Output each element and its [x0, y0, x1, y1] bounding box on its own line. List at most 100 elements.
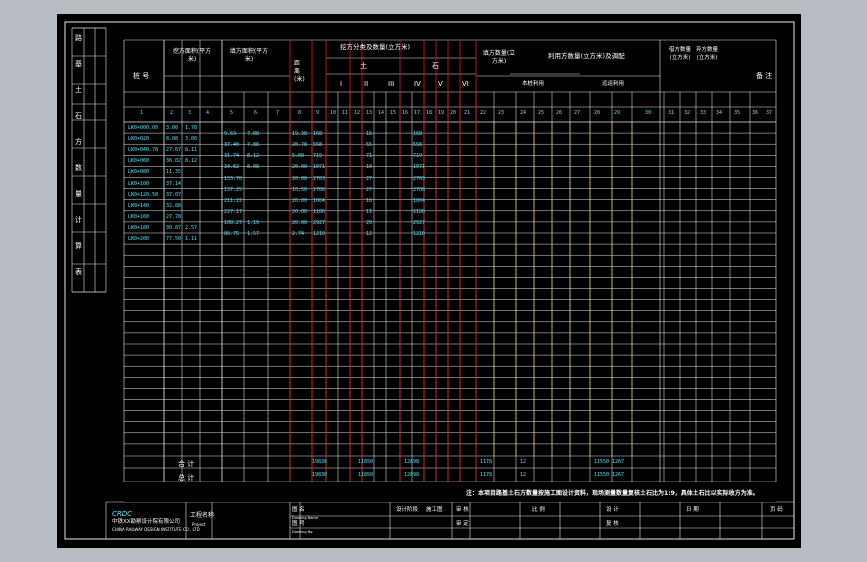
column-number: 28	[594, 110, 601, 116]
row-station: LK0+140	[128, 202, 150, 209]
tb-page: 页 码	[770, 507, 783, 513]
row-fill-rock: 7.88	[247, 131, 260, 138]
row-cut-soil: 37.14	[166, 180, 182, 187]
header-station: 桩 号	[133, 72, 150, 80]
total-volume: 19838	[312, 459, 328, 465]
header-waste: 弃方数量(立方米)	[695, 47, 718, 61]
row-soil-volume: 11	[366, 208, 373, 215]
side-label: 计	[75, 216, 82, 224]
column-number: 6	[254, 110, 258, 116]
row-station: LK0+060	[128, 158, 150, 165]
totals-label: 合 计	[178, 460, 195, 468]
column-number: 33	[700, 110, 707, 116]
row-rock-volume: 2708	[413, 186, 426, 193]
column-number: 25	[538, 110, 545, 116]
row-soil-volume: 12	[366, 231, 373, 237]
side-label: 石	[75, 112, 82, 120]
footnote: 注：本项目路基土石方数量按施工图设计资料，现场测量数量复核土石比为1:9，具体土…	[466, 490, 759, 497]
column-number: 5	[230, 110, 234, 116]
row-fill-rock: 7.88	[247, 142, 260, 149]
row-volume: 1004	[313, 197, 326, 204]
row-cut-soil: 37.07	[166, 191, 182, 198]
row-station: LK0+120.50	[128, 191, 159, 198]
row-rock-volume: 2927	[413, 219, 426, 226]
row-soil-volume: 27	[366, 186, 373, 193]
row-station: LK0+160	[128, 213, 150, 220]
row-fill-soil: 133.70	[224, 175, 243, 182]
row-fill-soil: 108.27	[224, 219, 243, 226]
header-rock: 石	[432, 62, 439, 70]
column-number: 36	[752, 110, 759, 116]
row-length: 2.74	[292, 231, 305, 237]
column-number: 35	[734, 110, 741, 116]
column-number: 34	[716, 110, 723, 116]
row-cut-rock: 1.11	[185, 236, 198, 242]
header-fill-area: 填方面积(平方米)	[229, 48, 269, 63]
column-number: 13	[366, 110, 373, 116]
tb-design: 设 计	[606, 507, 619, 513]
row-volume: 2708	[313, 186, 326, 193]
column-number: 19	[438, 110, 445, 116]
column-number: 9	[316, 110, 320, 116]
project-label-en: Project	[192, 522, 206, 527]
row-fill-soil: 34.82	[224, 164, 240, 171]
company-name-en: CHINA RAILWAY DESIGN INSTITUTE CO., LTD	[112, 527, 200, 532]
row-rock-volume: 558	[413, 142, 423, 149]
column-number: 4	[206, 110, 210, 116]
row-rock-volume: 168	[413, 131, 423, 138]
tb-drawing-no: 图 号	[292, 521, 305, 527]
company-name: 中铁XX勘察设计院有限公司	[112, 519, 181, 525]
header-borrow: 借方数量(立方米)	[668, 47, 691, 61]
side-label: 路	[75, 34, 82, 42]
total-reuse: 12	[520, 459, 527, 465]
row-cut-soil: 27.67	[166, 147, 182, 154]
tb-stage-value: 施工图	[426, 507, 443, 513]
row-soil-volume: 10	[366, 164, 373, 171]
side-label: 表	[75, 268, 82, 276]
column-number: 16	[402, 110, 409, 116]
row-fill-soil: 31.74	[224, 153, 240, 160]
row-cut-rock: 8.11	[185, 147, 198, 154]
header-length: 距 离 (米)	[294, 60, 305, 83]
row-fill-rock: 8.08	[247, 164, 260, 171]
row-length: 20.00	[292, 219, 308, 226]
column-number: 27	[574, 110, 581, 116]
side-label: 算	[75, 242, 82, 250]
column-number: 20	[450, 110, 457, 116]
row-cut-soil: 8.08	[166, 136, 179, 143]
row-volume: 558	[313, 142, 323, 149]
total-rock: 12898	[404, 459, 420, 465]
row-fill-rock: 1.19	[247, 219, 260, 226]
header-far: 远运利用	[602, 81, 625, 87]
logo: CRDC	[112, 510, 133, 518]
row-cut-rock: 8.12	[185, 158, 198, 165]
row-length: 20.00	[292, 175, 308, 182]
grand-reuse: 12	[520, 472, 527, 478]
row-cut-soil: 27.78	[166, 213, 182, 220]
row-length: 20.00	[292, 164, 308, 171]
row-fill-soil: 37.40	[224, 142, 240, 149]
column-number: 29	[614, 110, 621, 116]
tb-scale: 比 例	[532, 507, 545, 513]
row-station: LK0+080	[128, 169, 150, 176]
grand-waste: 1267	[612, 472, 625, 478]
row-length: 10.50	[292, 186, 308, 193]
column-number: 2	[170, 110, 174, 116]
total-borrow: 11550	[594, 459, 610, 465]
row-rock-volume: 2703	[413, 175, 426, 182]
project-label: 工程名称	[190, 512, 215, 519]
row-volume: 1071	[313, 164, 326, 171]
tb-date: 日 期	[686, 507, 699, 513]
column-number: 8	[298, 110, 302, 116]
row-length: 20.00	[292, 208, 308, 215]
totals2-label: 总 计	[178, 474, 195, 482]
grade-label: V	[438, 80, 443, 88]
total-soil: 11850	[358, 459, 374, 465]
grand-soil: 11850	[358, 472, 374, 478]
column-number: 32	[684, 110, 691, 116]
tb-stage: 设计阶段	[396, 507, 419, 513]
header-remark: 备 注	[756, 72, 773, 80]
column-number: 15	[390, 110, 397, 116]
row-cut-soil: 36.02	[166, 158, 182, 165]
row-cut-rock: 1.78	[185, 125, 198, 131]
